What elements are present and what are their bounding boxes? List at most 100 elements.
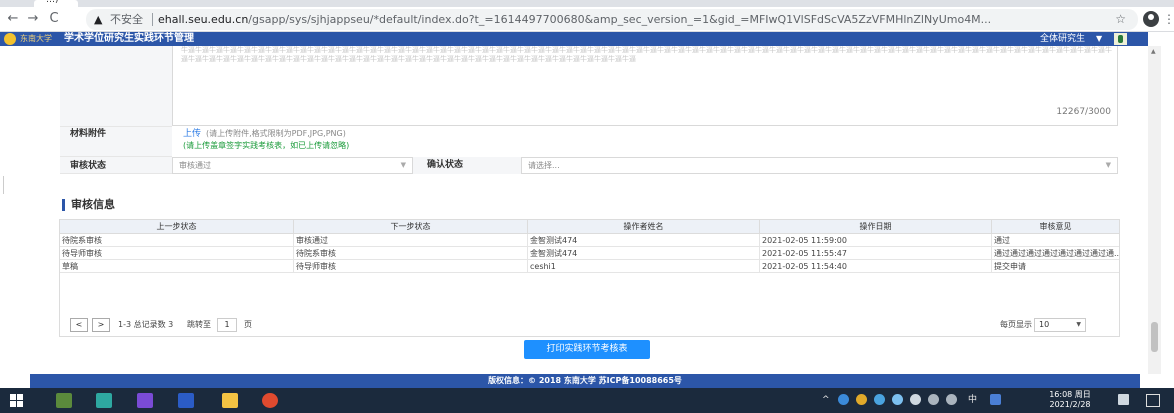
table-cell: 待院系审核	[60, 234, 294, 247]
bookmark-star-icon[interactable]: ☆	[1115, 10, 1126, 29]
content-textarea[interactable]: 牛逼牛逼牛逼牛逼牛逼牛逼牛逼牛逼牛逼牛逼牛逼牛逼牛逼牛逼牛逼牛逼牛逼牛逼牛逼牛逼…	[172, 46, 1118, 126]
pager-summary: 1-3 总记录数 3	[118, 320, 174, 329]
forward-icon[interactable]: →	[25, 10, 41, 28]
clock-time: 16:08 周日	[1049, 390, 1091, 399]
volume-icon[interactable]	[946, 394, 957, 405]
app-header: 东南大学 学术学位研究生实践环节管理 全体研究生 ▼	[0, 32, 1148, 46]
tray-chevron-icon[interactable]: ^	[822, 388, 830, 413]
chevron-down-icon: ▼	[1076, 321, 1081, 328]
tray-icon[interactable]	[856, 394, 867, 405]
prev-page-button[interactable]: <	[70, 318, 88, 332]
practice-form: 牛逼牛逼牛逼牛逼牛逼牛逼牛逼牛逼牛逼牛逼牛逼牛逼牛逼牛逼牛逼牛逼牛逼牛逼牛逼牛逼…	[60, 46, 1120, 176]
table-cell: 通过	[994, 236, 1010, 245]
app-icon[interactable]	[96, 393, 112, 408]
table-cell: 通过通过通过通过通过通过通过通...	[994, 249, 1119, 258]
confirm-status-placeholder: 请选择...	[528, 161, 560, 170]
clock-date: 2021/2/28	[1049, 400, 1091, 409]
input-method-icon[interactable]	[990, 394, 1001, 405]
app-title: 学术学位研究生实践环节管理	[64, 33, 194, 44]
role-selector[interactable]: 全体研究生	[1040, 32, 1085, 46]
tray-icon[interactable]	[874, 394, 885, 405]
insecure-label: 不安全	[110, 13, 143, 26]
ime-indicator[interactable]: 中	[968, 388, 977, 413]
column-header[interactable]: 操作者姓名	[528, 220, 760, 234]
table-row[interactable]: 待院系审核 审核通过 金智测试474 2021-02-05 11:59:00 通…	[60, 234, 1119, 247]
label-cell: 材料附件	[60, 127, 172, 157]
label-cell: 确认状态	[413, 157, 521, 174]
notification-icon[interactable]	[1146, 394, 1160, 407]
file-explorer-icon[interactable]	[222, 393, 238, 408]
table-cell: 2021-02-05 11:54:40	[760, 260, 992, 273]
table-cell: ceshi1	[528, 260, 760, 273]
table-cell: 金智测试474	[528, 247, 760, 260]
section-marker	[62, 199, 65, 211]
next-page-button[interactable]: >	[92, 318, 110, 332]
review-status-value: 审核通过	[179, 161, 211, 170]
tray-icon[interactable]	[892, 394, 903, 405]
page-scrollbar[interactable]: ▲	[1148, 46, 1161, 374]
char-counter: 12267/3000	[1056, 107, 1111, 117]
kebab-menu-icon[interactable]: ⋮	[1163, 10, 1174, 28]
browser-tab-title: …)	[46, 0, 59, 5]
footer-margin	[1140, 374, 1174, 388]
screen: { "browser": { "tab_title": "…)", "insec…	[0, 0, 1174, 413]
visio-icon[interactable]	[137, 393, 153, 408]
warning-icon: ▲	[94, 13, 103, 26]
browser-toolbar: ← → C ▲ 不安全 ehall.seu.edu.cn/gsapp/sys/s…	[0, 7, 1174, 32]
chrome-icon[interactable]	[262, 393, 278, 408]
per-page-label: 每页显示	[1000, 320, 1032, 329]
taskbar-clock[interactable]: 16:08 周日 2021/2/28	[1044, 390, 1096, 410]
review-grid: 上一步状态 下一步状态 操作者姓名 操作日期 审核意见 待院系审核 审核通过 金…	[59, 219, 1120, 337]
scroll-up-icon[interactable]: ▲	[1151, 48, 1156, 55]
browser-tab[interactable]: …)	[34, 0, 78, 7]
column-header[interactable]: 下一步状态	[294, 220, 528, 234]
label-cell: 审核状态	[60, 157, 172, 174]
logo-text: 东南大学	[20, 34, 52, 43]
table-cell: 草稿	[60, 260, 294, 273]
chevron-down-icon: ▼	[1105, 161, 1111, 169]
word-icon[interactable]	[178, 393, 194, 408]
column-header[interactable]: 上一步状态	[60, 220, 294, 234]
university-logo-icon	[4, 33, 16, 45]
table-row[interactable]: 待导师审核 待院系审核 金智测试474 2021-02-05 11:55:47 …	[60, 247, 1119, 260]
table-cell: 金智测试474	[528, 234, 760, 247]
table-cell: 2021-02-05 11:55:47	[760, 247, 992, 260]
reload-icon[interactable]: C	[46, 10, 62, 28]
browser-tabstrip: …)	[0, 0, 1174, 7]
left-margin	[0, 46, 8, 374]
table-cell: 2021-02-05 11:59:00	[760, 234, 992, 247]
wifi-icon[interactable]	[928, 394, 939, 405]
column-header[interactable]: 审核意见	[992, 220, 1119, 234]
page-footer: 版权信息：© 2018 东南大学 苏ICP备10088665号	[30, 374, 1140, 388]
table-cell: 提交申请	[994, 262, 1026, 271]
app-icon[interactable]	[56, 393, 72, 408]
battery-icon[interactable]	[910, 394, 921, 405]
page-input[interactable]: 1	[217, 318, 237, 332]
table-cell: 待导师审核	[294, 260, 528, 273]
review-status-select[interactable]: 审核通过 ▼	[172, 157, 413, 174]
windows-start-icon[interactable]	[10, 394, 23, 407]
caret-down-icon[interactable]: ▼	[1096, 32, 1102, 46]
address-bar[interactable]: ▲ 不安全 ehall.seu.edu.cn/gsapp/sys/sjhjapp…	[86, 9, 1138, 30]
column-header[interactable]: 操作日期	[760, 220, 992, 234]
copyright-text: 版权信息：© 2018 东南大学 苏ICP备10088665号	[488, 376, 682, 385]
jump-label: 跳转至	[187, 320, 211, 329]
tray-icon[interactable]	[838, 394, 849, 405]
divider	[3, 176, 4, 194]
app-icon[interactable]	[1118, 394, 1129, 405]
profile-icon[interactable]	[1143, 11, 1159, 27]
per-page-select[interactable]: 10 ▼	[1034, 318, 1086, 332]
pager: < > 1-3 总记录数 3 跳转至 1 页 每页显示 10 ▼	[60, 314, 1119, 336]
back-icon[interactable]: ←	[5, 10, 21, 28]
print-assessment-button[interactable]: 打印实践环节考核表	[524, 340, 650, 359]
confirm-status-select[interactable]: 请选择... ▼	[521, 157, 1118, 174]
label-cell	[60, 46, 172, 127]
page-unit: 页	[244, 320, 252, 329]
table-cell: 待院系审核	[294, 247, 528, 260]
scrollbar-thumb[interactable]	[1151, 322, 1158, 352]
textarea-text: 牛逼牛逼牛逼牛逼牛逼牛逼牛逼牛逼牛逼牛逼牛逼牛逼牛逼牛逼牛逼牛逼牛逼牛逼牛逼牛逼…	[181, 46, 1112, 63]
windows-taskbar: ^ 中 16:08 周日 2021/2/28	[0, 388, 1174, 413]
table-row[interactable]: 草稿 待导师审核 ceshi1 2021-02-05 11:54:40 提交申请	[60, 260, 1119, 273]
avatar[interactable]	[1114, 33, 1127, 45]
url-text: ehall.seu.edu.cn/gsapp/sys/sjhjappseu/*d…	[158, 10, 1048, 29]
